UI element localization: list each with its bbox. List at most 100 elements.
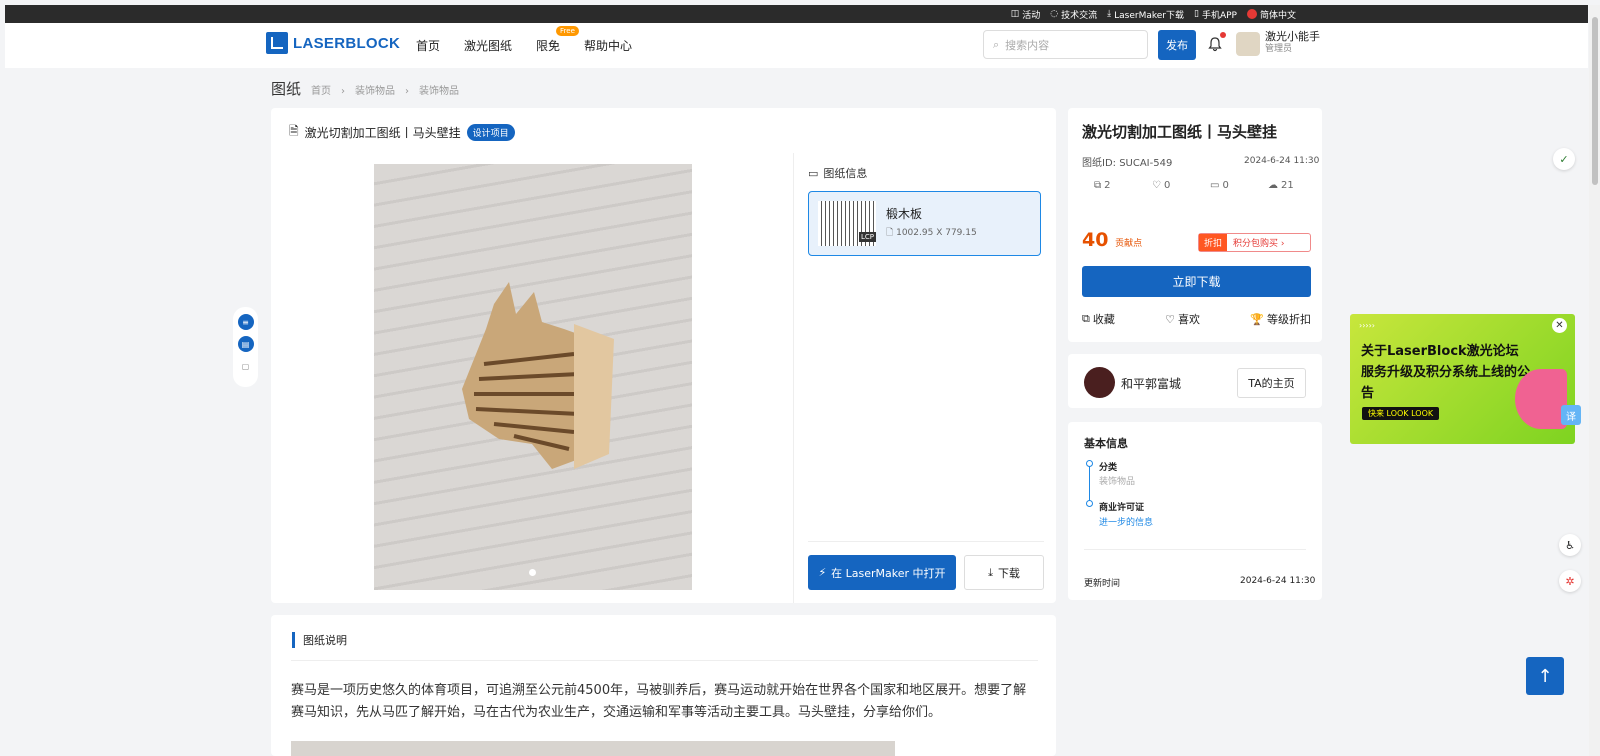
language-switch[interactable]: 简体中文 xyxy=(1246,8,1296,21)
crumb-category[interactable]: 装饰物品 xyxy=(355,82,395,97)
crumb-subcategory[interactable]: 装饰物品 xyxy=(419,82,459,97)
translate-button[interactable]: 译 xyxy=(1561,405,1581,425)
bell-icon[interactable] xyxy=(1207,36,1223,52)
comments-stat: ▭ 0 xyxy=(1210,180,1229,191)
description-heading: 图纸说明 xyxy=(292,632,347,648)
scrollbar-thumb[interactable] xyxy=(1592,17,1598,185)
tech-exchange-link[interactable]: ◌ 技术交流 xyxy=(1050,8,1097,21)
price-unit: 贡献点 xyxy=(1115,239,1143,249)
nav-help[interactable]: 帮助中心 xyxy=(584,37,632,54)
main-nav xyxy=(5,23,1588,68)
likes-stat: ♡ 0 xyxy=(1152,180,1171,191)
license-info-link[interactable]: 进一步的信息 xyxy=(1099,515,1153,528)
drawing-title-text: 激光切割加工图纸丨马头壁挂 xyxy=(304,126,461,140)
side-anchor-nav: ≡ ▤ ▢ xyxy=(233,307,258,387)
activity-link[interactable]: ◫ 活动 xyxy=(1011,8,1041,21)
drawing-info-heading: ▭ 图纸信息 xyxy=(808,165,867,181)
drawing-info-label: 图纸信息 xyxy=(823,167,868,180)
megaphone-icon xyxy=(1515,369,1567,429)
file-card[interactable]: LCP 椴木板 🗋 1002.95 X 779.15 xyxy=(808,191,1041,256)
nav-home[interactable]: 首页 xyxy=(416,37,440,54)
nav-drawings[interactable]: 激光图纸 xyxy=(464,37,512,54)
download-now-button[interactable]: 立即下载 xyxy=(1082,266,1311,297)
files-icon: ⧉ xyxy=(1094,180,1102,191)
publish-button[interactable]: 发布 xyxy=(1158,30,1196,60)
accessibility-icon[interactable]: ♿ xyxy=(1559,534,1581,556)
search-placeholder: 搜索内容 xyxy=(1005,38,1050,52)
crumb-home[interactable]: 首页 xyxy=(311,82,331,97)
list-icon[interactable]: ≡ xyxy=(237,314,254,330)
files-stat: ⧉ 2 xyxy=(1094,180,1111,191)
author-name[interactable]: 和平郭富城 xyxy=(1121,375,1181,392)
description-text: 赛马是一项历史悠久的体育项目，可追溯至公元前4500年，马被驯养后，赛马运动就开… xyxy=(291,683,1027,720)
points-package-promo[interactable]: 折扣 积分包购买 › xyxy=(1198,233,1311,252)
logo-text: LASERBLOCK xyxy=(293,34,401,52)
summary-panel xyxy=(1068,108,1322,342)
breadcrumb: 图纸 首页 › 装饰物品 › 装饰物品 xyxy=(271,78,459,99)
search-icon: ⌕ xyxy=(993,37,1000,51)
category-label: 分类 xyxy=(1099,463,1118,473)
file-icon[interactable]: ▢ xyxy=(238,358,254,374)
back-to-top-button[interactable]: ↑ xyxy=(1526,657,1564,695)
yandex-icon[interactable]: ✓ xyxy=(1553,148,1575,170)
lcp-badge: LCP xyxy=(859,232,877,242)
download-icon: ⤓ xyxy=(988,565,993,579)
license-label: 商业许可证 xyxy=(1099,503,1145,513)
divider xyxy=(793,153,794,603)
free-badge: Free xyxy=(556,26,579,36)
author-home-button[interactable]: TA的主页 xyxy=(1237,368,1306,398)
logo-icon xyxy=(266,32,288,54)
search-input[interactable]: ⌕ 搜索内容 xyxy=(983,30,1148,59)
file-material: 椴木板 xyxy=(886,207,923,221)
top-utility-bar: ◫ 活动 ◌ 技术交流 ⤓ LaserMaker下载 ▯ 手机APP 简体中文 xyxy=(5,5,1588,23)
summary-title: 激光切割加工图纸丨马头壁挂 xyxy=(1082,123,1278,141)
author-avatar[interactable] xyxy=(1084,367,1115,398)
price-value: 40 xyxy=(1082,229,1109,251)
doc-icon[interactable]: ▤ xyxy=(237,336,254,352)
price: 40 贡献点 xyxy=(1082,229,1142,251)
open-in-lasermaker-button[interactable]: ⚡ 在 LaserMaker 中打开 xyxy=(808,555,956,590)
download-button[interactable]: ⤓ 下载 xyxy=(964,555,1044,590)
carousel-dot[interactable] xyxy=(529,569,536,576)
crumb-sep: › xyxy=(405,86,410,97)
open-button-label: 在 LaserMaker 中打开 xyxy=(831,566,946,580)
heart-icon: ♡ xyxy=(1152,180,1161,191)
file-size-text: 1002.95 X 779.15 xyxy=(896,228,977,238)
timeline-dot xyxy=(1086,500,1093,507)
divider xyxy=(291,660,1038,661)
nav-links: 首页 激光图纸 限免 Free 帮助中心 xyxy=(416,26,632,54)
timeline-dot xyxy=(1086,460,1093,467)
announcement-banner[interactable]: ››››› 关于LaserBlock激光论坛服务升级及积分系统上线的公告 快来 … xyxy=(1350,314,1575,444)
description-image xyxy=(291,741,895,756)
project-tag: 设计项目 xyxy=(466,124,515,141)
divider xyxy=(1084,549,1306,550)
action-row: ⧉ 收藏 ♡ 喜欢 🏆 等级折扣 xyxy=(1082,311,1311,327)
lightning-icon: ⚡ xyxy=(818,566,827,579)
plugin-icon[interactable]: ✲ xyxy=(1559,570,1581,592)
drawing-title: 🗎 激光切割加工图纸丨马头壁挂 设计项目 xyxy=(289,122,515,143)
user-role: 管理员 xyxy=(1265,44,1293,54)
lasermaker-download-link[interactable]: ⤓ LaserMaker下载 xyxy=(1107,8,1184,21)
close-icon[interactable]: ✕ xyxy=(1552,318,1567,333)
level-discount-button[interactable]: 🏆 等级折扣 xyxy=(1250,311,1311,327)
user-info[interactable]: 激光小能手 管理员 xyxy=(1265,31,1320,55)
ad-arrows: ››››› xyxy=(1359,321,1375,330)
heart-icon: ♡ xyxy=(1165,312,1176,326)
nav-free[interactable]: 限免 Free xyxy=(536,26,579,54)
download-button-label: 下载 xyxy=(997,566,1020,580)
update-time-label: 更新时间 xyxy=(1084,579,1121,589)
category-value: 装饰物品 xyxy=(1099,477,1136,487)
crumb-sep: › xyxy=(341,86,346,97)
like-button[interactable]: ♡ 喜欢 xyxy=(1165,311,1200,327)
favorite-icon: ⧉ xyxy=(1082,312,1090,325)
publish-date: 2024-6-24 11:30 xyxy=(1244,156,1320,166)
site-logo[interactable]: LASERBLOCK xyxy=(266,32,400,54)
update-time-value: 2024-6-24 11:30 xyxy=(1240,576,1316,586)
favorite-button[interactable]: ⧉ 收藏 xyxy=(1082,311,1115,327)
mobile-app-link[interactable]: ▯ 手机APP xyxy=(1194,8,1237,21)
product-photo[interactable] xyxy=(374,164,692,590)
user-avatar[interactable] xyxy=(1236,32,1260,56)
doc-icon: 🗎 xyxy=(289,124,299,138)
notification-dot xyxy=(1220,32,1226,38)
divider xyxy=(808,541,1044,542)
